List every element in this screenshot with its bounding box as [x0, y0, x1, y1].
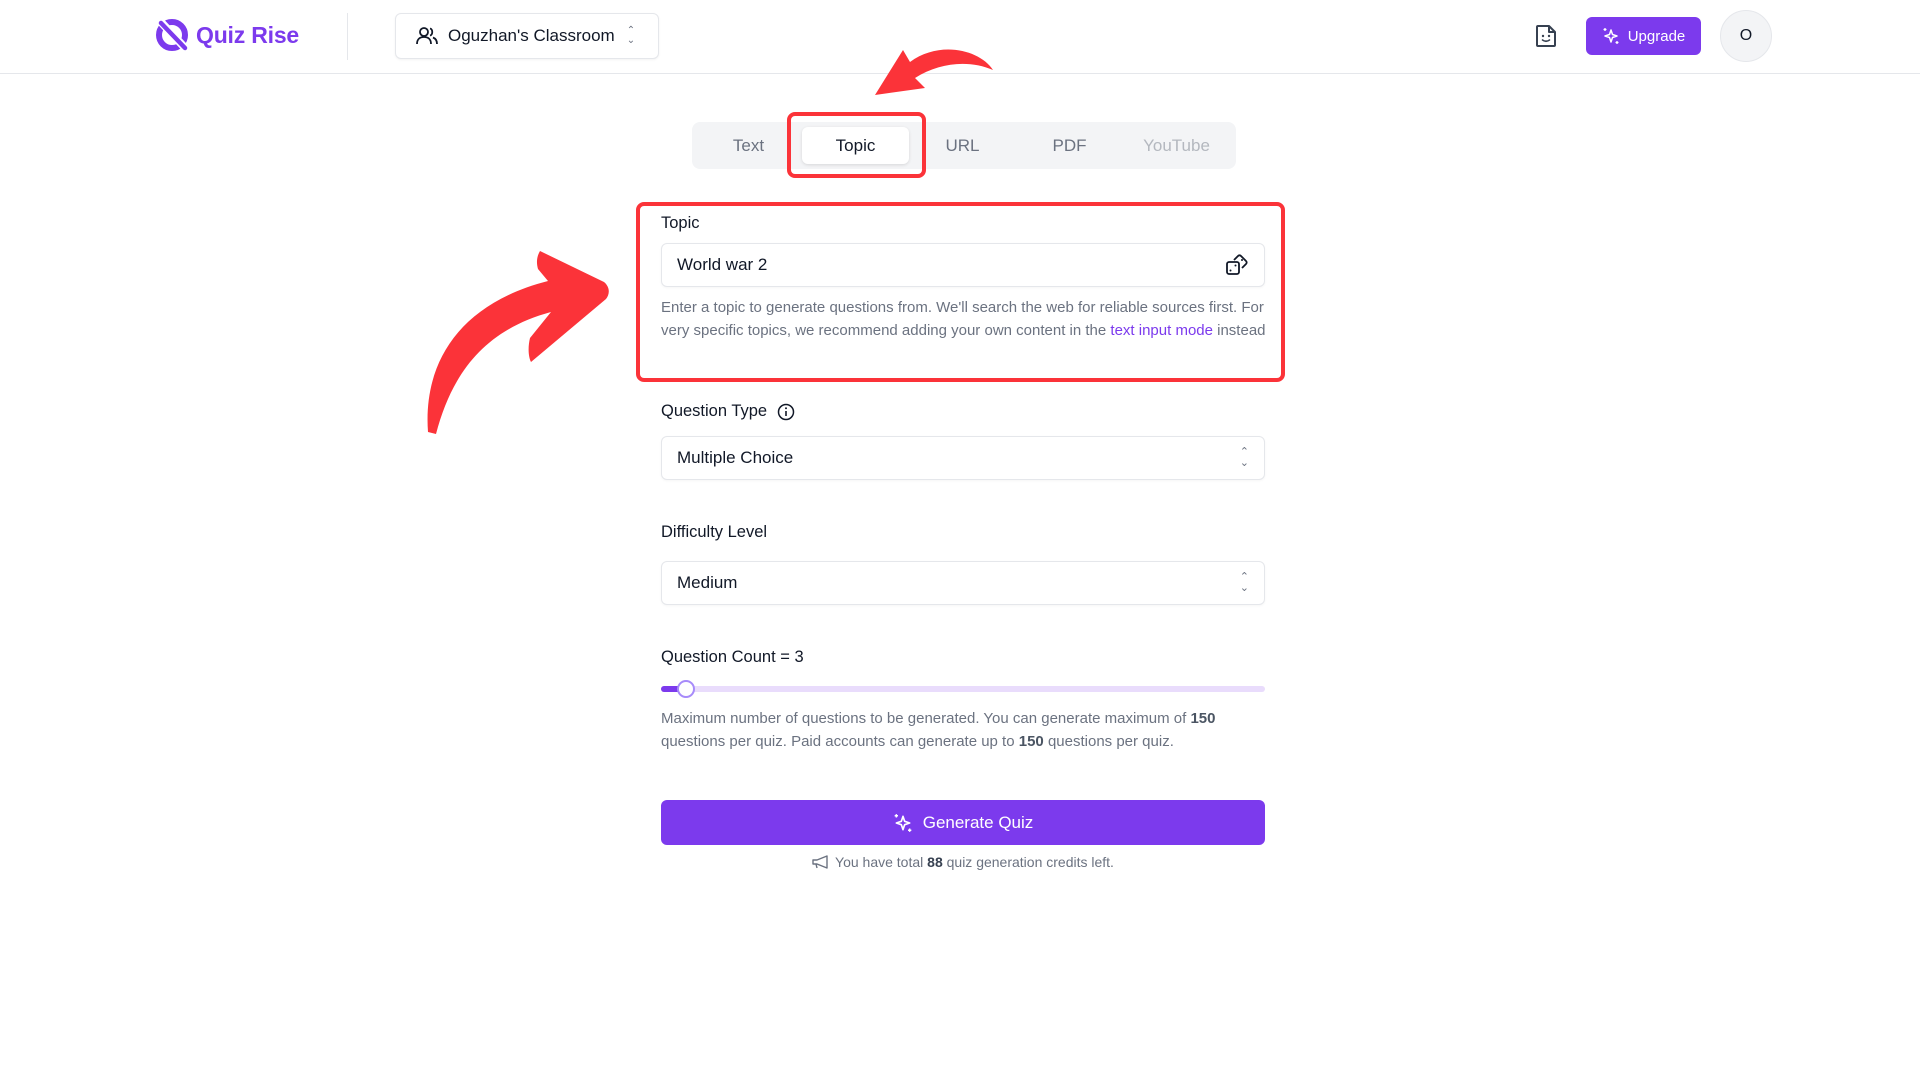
- top-navbar: Quiz Rise Oguzhan's Classroom ⌃ ⌄ Upgrade…: [0, 0, 1920, 74]
- qc-help-part: questions per quiz. Paid accounts can ge…: [661, 733, 1019, 750]
- text-input-mode-link[interactable]: text input mode: [1110, 322, 1213, 339]
- tab-pdf[interactable]: PDF: [1016, 127, 1123, 164]
- info-icon[interactable]: [777, 403, 795, 421]
- smiley-note-icon: [1536, 25, 1556, 47]
- slider-track: [661, 686, 1265, 692]
- chevron-updown-icon: ⌃ ⌄: [626, 25, 636, 46]
- upgrade-button[interactable]: Upgrade: [1586, 17, 1701, 55]
- question-count-label: Question Count = 3: [661, 648, 804, 666]
- difficulty-label: Difficulty Level: [661, 523, 768, 541]
- topic-help-text: Enter a topic to generate questions from…: [661, 296, 1271, 342]
- dice-random-icon[interactable]: [1225, 253, 1249, 277]
- tab-text[interactable]: Text: [695, 127, 802, 164]
- annotation-arrow-left: [427, 251, 609, 434]
- difficulty-value: Medium: [677, 573, 738, 592]
- credits-count: 88: [927, 854, 943, 870]
- qc-help-part: questions per quiz.: [1043, 733, 1174, 750]
- qc-help-max: 150: [1190, 710, 1216, 727]
- question-type-select[interactable]: Multiple Choice ⌃ ⌄: [661, 436, 1265, 480]
- generate-quiz-label: Generate Quiz: [922, 812, 1034, 832]
- chevron-updown-icon: ⌃ ⌄: [1239, 446, 1249, 469]
- quiz-rise-logo-icon: [156, 17, 190, 53]
- qc-help-part: Maximum number of questions to be genera…: [661, 710, 1191, 727]
- question-type-label-text: Question Type: [661, 402, 768, 420]
- credits-text-suffix: quiz generation credits left.: [942, 854, 1114, 870]
- feedback-button[interactable]: [1532, 22, 1560, 50]
- brand-name: Quiz Rise: [196, 21, 300, 48]
- header-divider: [347, 13, 348, 60]
- chevron-updown-icon: ⌃ ⌄: [1239, 571, 1249, 594]
- input-mode-tabs: Text Topic URL PDF YouTube: [692, 122, 1236, 169]
- tab-youtube[interactable]: YouTube: [1123, 127, 1230, 164]
- topic-help-suffix: instead: [1212, 322, 1266, 339]
- qc-help-paid-max: 150: [1018, 733, 1044, 750]
- classroom-selector[interactable]: Oguzhan's Classroom ⌃ ⌄: [395, 13, 659, 59]
- user-avatar[interactable]: O: [1720, 10, 1772, 62]
- megaphone-icon: [812, 855, 828, 869]
- brand-logo[interactable]: Quiz Rise: [154, 17, 299, 53]
- slider-thumb[interactable]: [676, 680, 695, 698]
- topic-input[interactable]: World war 2: [661, 243, 1265, 287]
- tab-topic[interactable]: Topic: [802, 127, 909, 164]
- question-count-slider[interactable]: [661, 680, 1265, 698]
- sparkles-icon: [1603, 28, 1619, 44]
- generate-quiz-button[interactable]: Generate Quiz: [661, 800, 1265, 845]
- difficulty-select[interactable]: Medium ⌃ ⌄: [661, 561, 1265, 605]
- users-icon: [416, 27, 438, 45]
- question-type-label: Question Type: [661, 402, 795, 421]
- topic-input-value: World war 2: [677, 255, 768, 274]
- question-count-help: Maximum number of questions to be genera…: [661, 707, 1271, 753]
- credits-info: You have total 88 quiz generation credit…: [661, 854, 1265, 870]
- credits-text: You have total: [835, 854, 928, 870]
- annotation-highlight-topic-field: [636, 202, 1285, 382]
- sparkles-icon: [894, 813, 912, 832]
- upgrade-label: Upgrade: [1627, 27, 1686, 45]
- classroom-name: Oguzhan's Classroom: [448, 26, 615, 45]
- question-type-value: Multiple Choice: [677, 448, 794, 467]
- topic-label: Topic: [661, 214, 700, 232]
- tab-url[interactable]: URL: [909, 127, 1016, 164]
